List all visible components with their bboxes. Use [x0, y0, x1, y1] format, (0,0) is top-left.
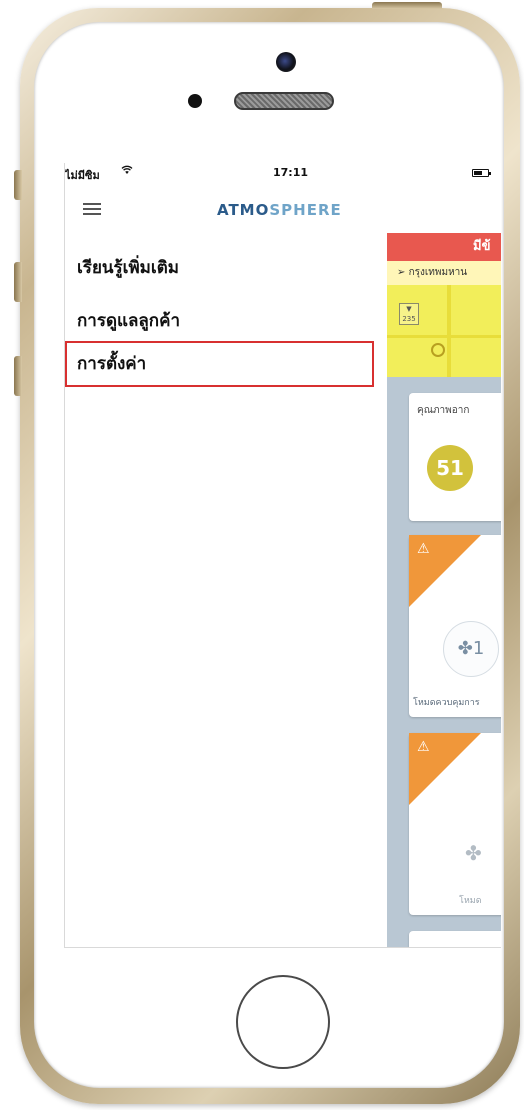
dashboard-background: มีข้ ➢ กรุงเทพมหาน ▼ 235 คุณภาพอาก 51 ⚠ ✤…: [387, 233, 501, 947]
menu-item-learn-more[interactable]: เรียนรู้เพิ่มเติม: [65, 245, 374, 291]
device-card-1[interactable]: ⚠ ✤1 โหมดควบคุมการ: [409, 535, 501, 717]
map-pin-icon: [431, 343, 445, 357]
app-title: ATMOSPHERE: [217, 201, 342, 219]
app-title-dark: ATMO: [217, 201, 270, 219]
location-bar[interactable]: ➢ กรุงเทพมหาน: [387, 261, 501, 285]
earpiece-speaker: [234, 92, 334, 110]
fan-icon: ✤: [465, 841, 482, 865]
mute-switch: [14, 170, 22, 200]
menu-item-label: การตั้งค่า: [77, 354, 147, 374]
fan-speed-value: 1: [472, 638, 485, 659]
menu-item-label: การดูแลลูกค้า: [77, 311, 181, 331]
fan-icon: ✤: [457, 638, 473, 659]
home-button[interactable]: [236, 975, 330, 1069]
battery-icon: [472, 169, 491, 177]
fan-speed-control[interactable]: ✤1: [443, 621, 499, 677]
location-name: กรุงเทพมหาน: [408, 267, 468, 278]
volume-up-button: [14, 262, 22, 302]
device-card-2[interactable]: ⚠ ✤ โหมด: [409, 733, 501, 915]
device-card-3[interactable]: [409, 931, 501, 947]
front-camera: [276, 52, 296, 72]
status-bar: ไม่มีซิม 17:11: [65, 163, 501, 183]
proximity-sensor: [188, 94, 202, 108]
device-mode-label: โหมด: [459, 896, 482, 906]
status-time: 17:11: [273, 166, 309, 179]
phone-screen: ไม่มีซิม 17:11 ATMOSPHERE เรียนรู้เพิ่มเ…: [64, 163, 501, 948]
aqi-value-badge: 51: [427, 445, 473, 491]
wifi-icon: [121, 165, 133, 178]
warning-icon: ⚠: [417, 739, 430, 755]
power-button: [372, 2, 442, 9]
warning-icon: ⚠: [417, 541, 430, 557]
air-quality-title: คุณภาพอาก: [417, 405, 470, 416]
menu-item-settings[interactable]: การตั้งค่า: [65, 341, 374, 387]
air-quality-card[interactable]: คุณภาพอาก 51: [409, 393, 501, 521]
location-arrow-icon: ➢: [397, 267, 409, 278]
route-badge: ▼ 235: [399, 303, 419, 325]
app-title-light: SPHERE: [269, 201, 342, 219]
menu-item-label: เรียนรู้เพิ่มเติม: [77, 258, 179, 278]
alert-text: มีข้: [473, 239, 491, 254]
volume-down-button: [14, 356, 22, 396]
hamburger-menu-icon[interactable]: [83, 203, 101, 215]
menu-item-customer-care[interactable]: การดูแลลูกค้า: [65, 298, 374, 344]
device-mode-label: โหมดควบคุมการ: [413, 698, 480, 708]
carrier-label: ไม่มีซิม: [65, 169, 100, 182]
map-view[interactable]: ▼ 235: [387, 285, 501, 377]
alert-banner[interactable]: มีข้: [387, 233, 501, 261]
